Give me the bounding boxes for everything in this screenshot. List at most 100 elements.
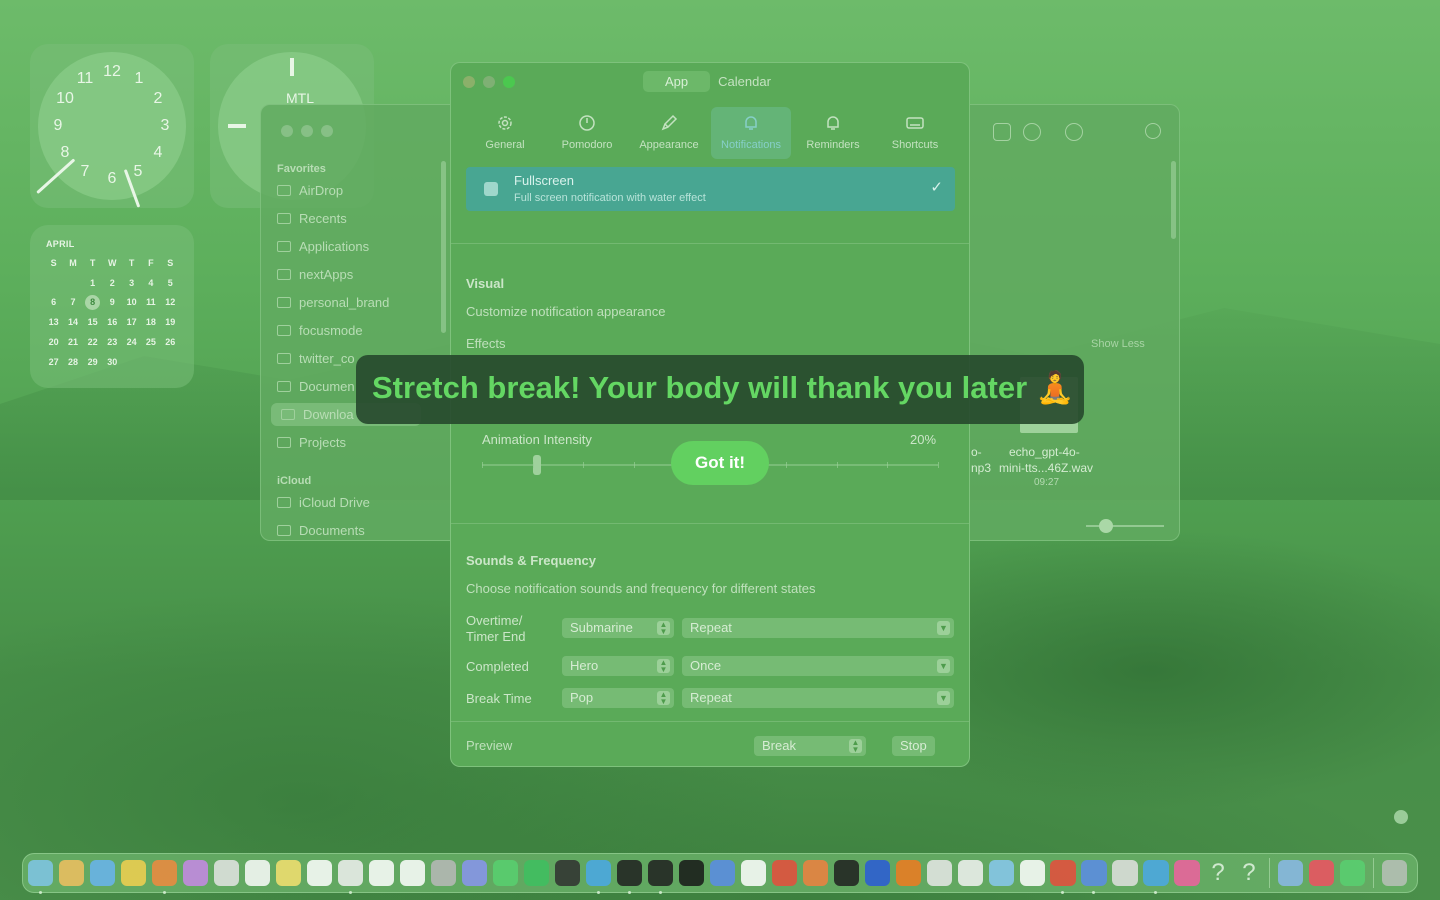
sidebar-item-twitter[interactable]: twitter_co xyxy=(277,351,355,366)
more-icon[interactable] xyxy=(1065,123,1083,141)
close-button[interactable] xyxy=(463,76,475,88)
app-icon[interactable] xyxy=(1143,860,1169,894)
calendar-icon[interactable] xyxy=(368,860,395,886)
file-name[interactable]: mini-tts...46Z.wav xyxy=(999,461,1093,475)
app-icon[interactable] xyxy=(182,860,209,886)
finder-traffic-lights[interactable] xyxy=(281,125,333,137)
minimize-button[interactable] xyxy=(483,76,495,88)
segment-calendar[interactable]: Calendar xyxy=(710,71,793,92)
minimize-button[interactable] xyxy=(301,125,313,137)
app-icon[interactable] xyxy=(926,860,952,886)
app-icon[interactable] xyxy=(988,860,1014,886)
tab-notifications[interactable]: Notifications xyxy=(711,107,791,159)
calendar-icon[interactable] xyxy=(399,860,425,886)
help-icon[interactable]: ? xyxy=(1236,860,1261,885)
clock-widget[interactable]: 12 1 2 3 4 5 6 7 8 9 10 11 xyxy=(30,44,194,208)
preview-select[interactable]: Break ▲ ▼ xyxy=(754,736,866,756)
icon-size-slider[interactable] xyxy=(1086,525,1164,527)
sidebar-item-icloud-documents[interactable]: Documents xyxy=(277,523,365,538)
app-icon[interactable] xyxy=(616,860,642,894)
safari-icon[interactable] xyxy=(89,860,116,886)
app-icon[interactable] xyxy=(337,860,364,894)
brave-icon[interactable] xyxy=(151,860,178,894)
sidebar-item-icloud-drive[interactable]: iCloud Drive xyxy=(277,495,370,510)
app-icon[interactable] xyxy=(1112,860,1138,886)
notes-icon[interactable] xyxy=(275,860,302,886)
break-frequency-select[interactable]: Repeat ▼ xyxy=(682,688,954,708)
chatgpt-icon[interactable] xyxy=(1019,860,1045,886)
tab-reminders[interactable]: Reminders xyxy=(793,107,873,159)
app-icon[interactable] xyxy=(1081,860,1107,894)
trash-icon[interactable] xyxy=(1381,860,1408,886)
activity-monitor-icon[interactable] xyxy=(554,860,580,886)
finder-scrollbar[interactable] xyxy=(1171,161,1176,239)
facetime-icon[interactable] xyxy=(1340,860,1366,886)
got-it-button[interactable]: Got it! xyxy=(671,441,769,485)
tab-appearance[interactable]: Appearance xyxy=(629,107,709,159)
docker-icon[interactable] xyxy=(585,860,611,894)
launchpad-icon[interactable] xyxy=(58,860,85,886)
sidebar-item-projects[interactable]: Projects xyxy=(277,435,346,450)
app-icon[interactable] xyxy=(802,860,828,886)
discord-icon[interactable] xyxy=(461,860,487,886)
sidebar-toggle-icon[interactable] xyxy=(993,123,1011,141)
icon-size-slider-knob[interactable] xyxy=(1099,519,1113,533)
app-icon[interactable] xyxy=(957,860,983,886)
zoom-button[interactable] xyxy=(321,125,333,137)
bitwarden-icon[interactable] xyxy=(864,860,890,886)
close-button[interactable] xyxy=(281,125,293,137)
xcode-icon[interactable] xyxy=(709,860,735,886)
whatsapp-icon[interactable] xyxy=(492,860,518,886)
sidebar-item-applications[interactable]: Applications xyxy=(277,239,369,254)
sidebar-item-focusmode[interactable]: focusmode xyxy=(277,323,363,338)
settings-icon[interactable] xyxy=(430,860,456,886)
overtime-sound-select[interactable]: Submarine ▲ ▼ xyxy=(562,618,674,638)
vlc-icon[interactable] xyxy=(895,860,921,886)
stop-button[interactable]: Stop xyxy=(892,736,935,756)
app-icon[interactable] xyxy=(1174,860,1200,886)
show-less-link[interactable]: Show Less xyxy=(1091,338,1145,350)
help-icon[interactable]: ? xyxy=(1205,860,1230,885)
break-sound-select[interactable]: Pop ▲ ▼ xyxy=(562,688,674,708)
zoom-button[interactable] xyxy=(503,76,515,88)
app-icon[interactable] xyxy=(771,860,797,886)
sidebar-item-documents[interactable]: Documen xyxy=(277,379,355,394)
app-icon[interactable] xyxy=(740,860,766,886)
finder-icon[interactable] xyxy=(28,860,54,894)
sidebar-item-airdrop[interactable]: AirDrop xyxy=(277,183,343,198)
sidebar-item-nextapps[interactable]: nextApps xyxy=(277,267,353,282)
slider-tick xyxy=(836,462,838,468)
file-name[interactable]: echo_gpt-4o- xyxy=(1009,445,1080,459)
chrome-icon[interactable] xyxy=(120,860,147,886)
figma-icon[interactable] xyxy=(833,860,859,886)
notion-icon[interactable] xyxy=(306,860,333,886)
app-icon[interactable] xyxy=(647,860,673,894)
completed-sound-select[interactable]: Hero ▲ ▼ xyxy=(562,656,674,676)
traffic-lights[interactable] xyxy=(463,76,515,88)
sidebar-scrollbar[interactable] xyxy=(441,161,446,333)
tab-shortcuts[interactable]: Shortcuts xyxy=(875,107,955,159)
sidebar-item-recents[interactable]: Recents xyxy=(277,211,347,226)
tab-pomodoro[interactable]: Pomodoro xyxy=(547,107,627,159)
reminders-icon[interactable] xyxy=(244,860,271,886)
preview-icon[interactable] xyxy=(1278,860,1304,886)
calendar-widget[interactable]: APRIL S M T W T F S 1 2 3 4 5 6 7 8 9 10… xyxy=(30,225,194,388)
app-icon[interactable] xyxy=(213,860,240,886)
completed-frequency-select[interactable]: Once ▼ xyxy=(682,656,954,676)
app-icon[interactable] xyxy=(678,860,704,886)
fullscreen-option[interactable]: Fullscreen Full screen notification with… xyxy=(466,167,955,211)
overtime-frequency-select[interactable]: Repeat ▼ xyxy=(682,618,954,638)
segmented-control[interactable]: App Calendar xyxy=(643,71,793,92)
fullscreen-checkbox[interactable] xyxy=(484,182,498,196)
airdrop-icon[interactable] xyxy=(1023,123,1041,141)
spotify-icon[interactable] xyxy=(523,860,549,886)
animation-intensity-knob[interactable] xyxy=(532,455,541,475)
music-icon[interactable] xyxy=(1309,860,1335,886)
search-icon[interactable] xyxy=(1145,123,1161,139)
sidebar-item-personal-brand[interactable]: personal_brand xyxy=(277,295,389,310)
segment-app[interactable]: App xyxy=(643,71,711,92)
running-indicator xyxy=(162,890,166,894)
app-icon[interactable] xyxy=(1050,860,1076,894)
tab-general[interactable]: General xyxy=(465,107,545,159)
control-dot[interactable] xyxy=(1394,810,1408,824)
